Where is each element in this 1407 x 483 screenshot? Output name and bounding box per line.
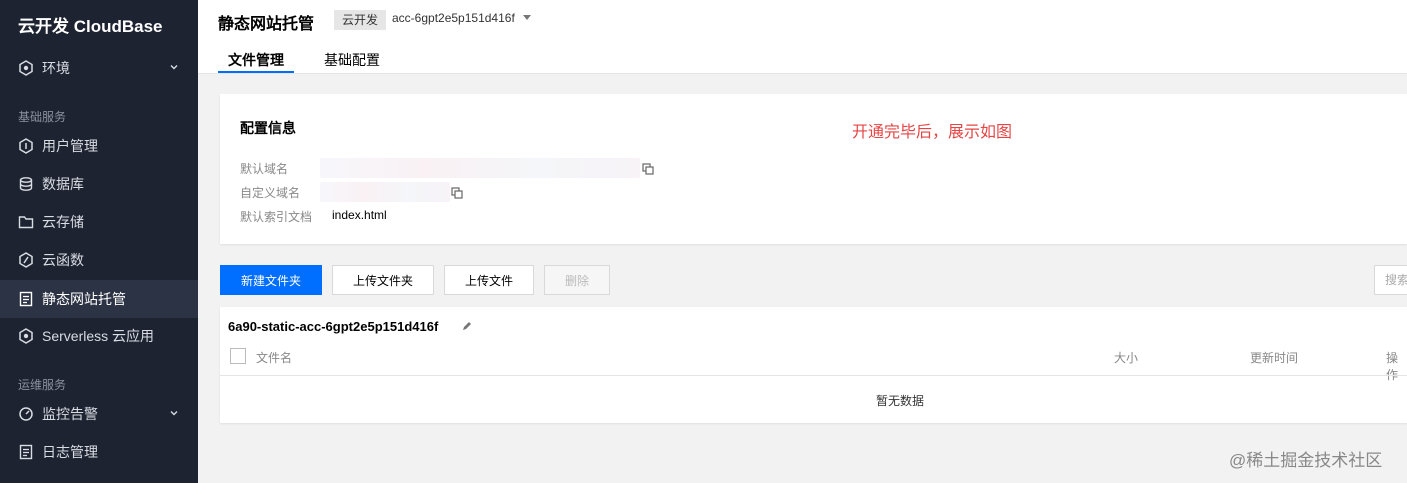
sidebar-item-monitor[interactable]: 监控告警 (0, 395, 198, 433)
index-doc-value: index.html (332, 208, 387, 222)
sidebar-item-label: 数据库 (42, 176, 84, 192)
redacted-default-domain (320, 158, 640, 178)
log-icon (18, 444, 34, 460)
serverless-icon (18, 328, 34, 344)
env-selector[interactable]: acc-6gpt2e5p151d416f (392, 11, 515, 25)
sidebar-item-label: 云函数 (42, 252, 84, 268)
annotation-text: 开通完毕后，展示如图 (852, 124, 1013, 141)
redacted-custom-domain (320, 182, 450, 202)
function-icon (18, 252, 34, 268)
tab-file-management[interactable]: 文件管理 (228, 50, 284, 70)
column-header-updated: 更新时间 (1250, 351, 1299, 365)
sidebar-item-database[interactable]: 数据库 (0, 165, 198, 203)
database-icon (18, 176, 34, 192)
env-tag: 云开发 (334, 10, 387, 30)
bucket-name: 6a90-static-acc-6gpt2e5p151d416f (228, 319, 439, 334)
page-title: 静态网站托管 (218, 16, 315, 33)
monitor-icon (18, 406, 34, 422)
custom-domain-label: 自定义域名 (240, 186, 301, 200)
upload-file-button[interactable]: 上传文件 (444, 265, 534, 295)
pencil-icon[interactable] (461, 320, 473, 332)
sidebar-item-logs[interactable]: 日志管理 (0, 433, 198, 471)
sidebar-item-serverless[interactable]: Serverless 云应用 (0, 317, 198, 355)
column-header-size: 大小 (1114, 351, 1139, 365)
upload-folder-button[interactable]: 上传文件夹 (332, 265, 434, 295)
sidebar-item-users[interactable]: 用户管理 (0, 127, 198, 165)
sidebar-item-label: Serverless 云应用 (42, 328, 155, 344)
delete-button[interactable]: 删除 (544, 265, 610, 295)
static-site-icon (18, 291, 34, 307)
sidebar-item-label: 用户管理 (42, 138, 98, 154)
column-header-ops: 操作 (1386, 351, 1399, 382)
section-label-ops: 运维服务 (18, 378, 67, 392)
index-doc-label: 默认索引文档 (240, 210, 313, 224)
table-divider (220, 375, 1407, 376)
user-manage-icon (18, 138, 34, 154)
sidebar-item-label: 环境 (42, 60, 70, 76)
section-label-basic: 基础服务 (18, 110, 67, 124)
sidebar-item-storage[interactable]: 云存储 (0, 203, 198, 241)
hexagon-icon (18, 60, 34, 76)
active-tab-indicator (218, 71, 294, 73)
config-card: 配置信息 开通完毕后，展示如图 默认域名 自定义域名 默认索引文档 index.… (220, 94, 1407, 244)
chevron-down-icon (170, 65, 178, 70)
select-all-checkbox[interactable] (230, 348, 246, 364)
page-header: 静态网站托管 云开发 acc-6gpt2e5p151d416f 文件管理 基础配… (198, 0, 1407, 74)
tab-basic-config[interactable]: 基础配置 (324, 50, 380, 70)
column-header-name: 文件名 (256, 351, 293, 365)
config-title: 配置信息 (240, 120, 296, 136)
sidebar-item-env[interactable]: 环境 (0, 49, 198, 87)
sidebar-item-static-hosting[interactable]: 静态网站托管 (0, 280, 198, 318)
file-list-card: 6a90-static-acc-6gpt2e5p151d416f 文件名 大小 … (220, 307, 1407, 423)
empty-state: 暂无数据 (875, 394, 924, 408)
brand-title: 云开发 CloudBase (18, 17, 163, 36)
search-input[interactable]: 搜索 (1374, 265, 1407, 295)
chevron-down-icon (170, 411, 178, 416)
sidebar-item-label: 静态网站托管 (42, 291, 126, 307)
copy-icon[interactable] (451, 187, 463, 199)
sidebar-item-label: 日志管理 (42, 444, 98, 460)
sidebar-item-functions[interactable]: 云函数 (0, 241, 198, 279)
copy-icon[interactable] (642, 163, 654, 175)
sidebar-item-label: 监控告警 (42, 406, 98, 422)
sidebar: 云开发 CloudBase 环境 基础服务 用户管理 数据库 云存储 云函数 静… (0, 0, 198, 483)
default-domain-label: 默认域名 (240, 162, 289, 176)
watermark: @稀土掘金技术社区 (1229, 451, 1383, 470)
folder-icon (18, 214, 34, 230)
sidebar-item-label: 云存储 (42, 214, 84, 230)
caret-down-icon[interactable] (523, 15, 531, 20)
new-folder-button[interactable]: 新建文件夹 (220, 265, 322, 295)
